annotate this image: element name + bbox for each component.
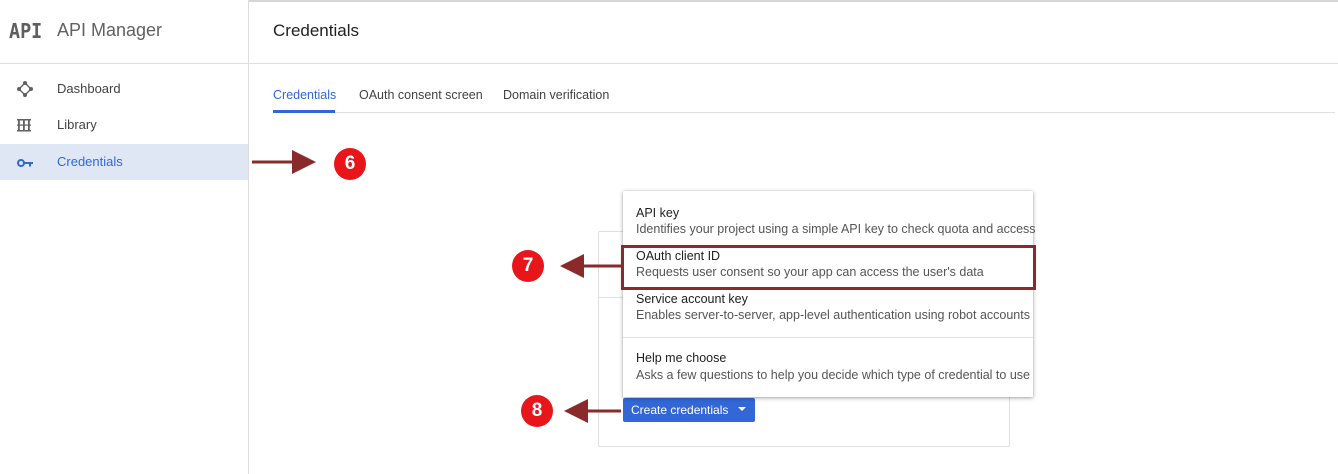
tab-bar: Credentials OAuth consent screen Domain … xyxy=(273,78,1335,113)
page-title: Credentials xyxy=(273,21,359,40)
active-tab-indicator xyxy=(273,110,335,113)
api-logo: API xyxy=(9,19,43,43)
sidebar-item-dashboard[interactable]: Dashboard xyxy=(0,71,248,107)
sidebar-item-label: Credentials xyxy=(57,154,123,169)
sidebar-header: API API Manager xyxy=(0,0,248,64)
create-credentials-label: Create credentials xyxy=(631,403,729,417)
app-title: API Manager xyxy=(57,20,163,40)
caret-down-icon xyxy=(738,407,746,411)
sidebar-item-library[interactable]: Library xyxy=(0,107,248,143)
step-6-badge: 6 xyxy=(334,148,366,180)
tab-domain-verification[interactable]: Domain verification xyxy=(503,88,609,102)
sidebar-item-label: Dashboard xyxy=(57,81,121,96)
oauth-highlight-box xyxy=(621,245,1036,290)
step-7-badge: 7 xyxy=(512,250,544,282)
key-icon xyxy=(15,152,35,172)
create-credentials-menu: API key Identifies your project using a … xyxy=(623,191,1036,397)
sidebar-item-credentials[interactable]: Credentials xyxy=(0,144,248,180)
sidebar-item-label: Library xyxy=(57,117,97,132)
menu-item-description: Asks a few questions to help you decide … xyxy=(636,368,1030,382)
menu-item-service-account-key[interactable]: Service account key Enables server-to-se… xyxy=(623,287,1033,337)
menu-item-help-me-choose[interactable]: Help me choose Asks a few questions to h… xyxy=(623,338,1033,397)
main-header: Credentials xyxy=(249,0,1338,64)
dashboard-icon xyxy=(15,79,35,99)
menu-item-api-key[interactable]: API key Identifies your project using a … xyxy=(623,191,1036,243)
menu-item-title: API key xyxy=(636,206,680,220)
menu-item-title: Service account key xyxy=(636,292,748,306)
menu-item-title: Help me choose xyxy=(636,351,727,365)
tab-oauth-consent-screen[interactable]: OAuth consent screen xyxy=(359,88,483,102)
library-icon xyxy=(15,115,35,135)
tab-credentials[interactable]: Credentials xyxy=(273,88,336,102)
menu-item-description: Identifies your project using a simple A… xyxy=(636,222,1036,236)
menu-item-description: Enables server-to-server, app-level auth… xyxy=(636,308,1030,322)
step-8-badge: 8 xyxy=(521,395,553,427)
create-credentials-button[interactable]: Create credentials xyxy=(623,398,755,422)
sidebar: API API Manager Dashboard Library Creden… xyxy=(0,0,249,474)
